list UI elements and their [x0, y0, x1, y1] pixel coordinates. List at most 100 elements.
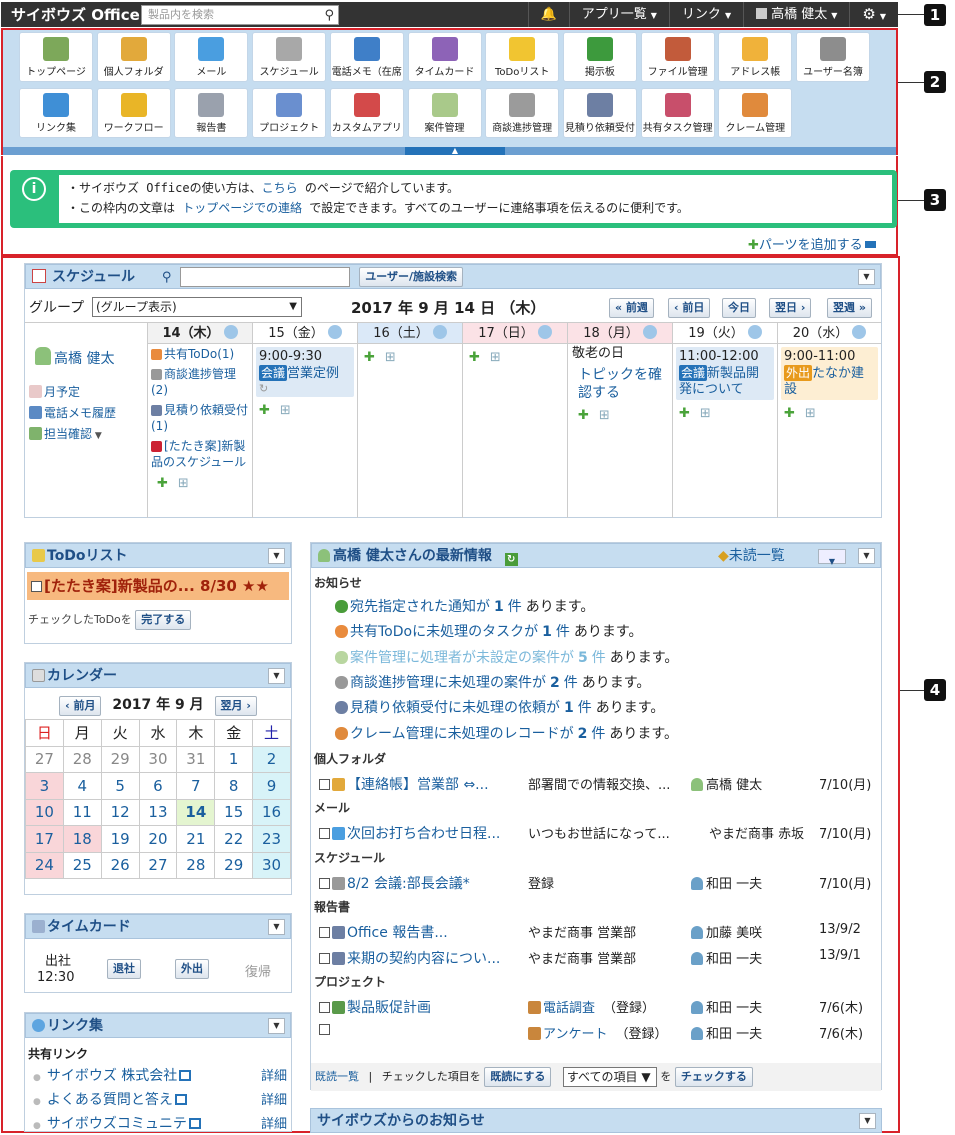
app-button[interactable]: リンク集: [19, 88, 93, 138]
add-schedule-icon[interactable]: [432, 325, 447, 339]
prev-week-button[interactable]: « 前週: [609, 298, 654, 318]
day-header[interactable]: 20（水）: [778, 323, 881, 344]
day-header[interactable]: 18（月）: [568, 323, 672, 344]
calendar-day[interactable]: 8: [214, 772, 254, 800]
calendar-day[interactable]: 16: [252, 798, 291, 826]
next-week-button[interactable]: 翌週 »: [827, 298, 872, 318]
notice-item[interactable]: クレーム管理に未処理のレコードが 2 件あります。: [335, 723, 678, 743]
prev-month-button[interactable]: ‹ 前月: [59, 696, 102, 716]
add-schedule-icon[interactable]: [537, 325, 552, 339]
link-label[interactable]: サイボウズ 株式会社: [47, 1068, 177, 1084]
app-button[interactable]: ユーザー名簿: [796, 32, 870, 82]
add-repeat-icon[interactable]: ⊞: [280, 403, 291, 418]
schedule-title[interactable]: スケジュール: [52, 269, 135, 285]
app-button[interactable]: タイムカード: [407, 32, 482, 82]
notification-bell-icon[interactable]: 🔔: [527, 2, 569, 27]
calendar-day[interactable]: 7: [176, 772, 216, 800]
calendar-day[interactable]: 29: [100, 745, 140, 773]
portlet-menu-button[interactable]: ▼: [858, 548, 875, 564]
portlet-menu-button[interactable]: ▼: [858, 269, 875, 285]
user-name-link[interactable]: 高橋 健太: [54, 351, 114, 367]
mark-read-button[interactable]: 既読にする: [484, 1067, 552, 1087]
plus-icon[interactable]: ✚: [259, 403, 270, 418]
portlet-menu-button[interactable]: ▼: [268, 668, 285, 684]
user-menu[interactable]: 高橋 健太 ▼: [743, 2, 849, 27]
monthly-link[interactable]: 月予定: [29, 382, 147, 403]
info-howto-link[interactable]: こちら: [262, 181, 298, 195]
app-button[interactable]: 報告書: [174, 88, 249, 138]
add-repeat-icon[interactable]: ⊞: [599, 408, 610, 423]
plus-icon[interactable]: ✚: [364, 350, 375, 365]
calendar-day[interactable]: 26: [100, 851, 140, 879]
day-header[interactable]: 15（金）: [253, 323, 357, 344]
go-out-button[interactable]: 外出: [175, 959, 209, 979]
leave-button[interactable]: 退社: [107, 959, 141, 979]
notice-item[interactable]: 見積り依頼受付に未処理の依頼が 1 件あります。: [335, 697, 664, 717]
calendar-day[interactable]: 22: [214, 825, 254, 853]
app-button[interactable]: アドレス帳: [718, 32, 793, 82]
add-repeat-icon[interactable]: ⊞: [805, 406, 816, 421]
cybozu-news-title[interactable]: サイボウズからのお知らせ: [317, 1113, 485, 1129]
app-button[interactable]: トップページ: [19, 32, 93, 82]
calendar-day[interactable]: 24: [25, 851, 64, 879]
app-button[interactable]: ファイル管理: [640, 32, 715, 82]
app-button[interactable]: 電話メモ（在席: [329, 32, 404, 82]
calendar-day[interactable]: 25: [62, 851, 102, 879]
phone-memo-history-link[interactable]: 電話メモ履歴: [29, 403, 147, 424]
plus-icon[interactable]: ✚: [784, 406, 795, 421]
prev-day-button[interactable]: ‹ 前日: [668, 298, 711, 318]
todo-item[interactable]: [たたき案]新製品の... 8/30 ★★: [27, 572, 289, 600]
calendar-title[interactable]: カレンダー: [47, 668, 117, 684]
day14-entry[interactable]: 見積り依頼受付(1): [151, 402, 249, 434]
news-checkbox[interactable]: [319, 1002, 330, 1014]
calendar-day[interactable]: 27: [25, 745, 64, 773]
calendar-day[interactable]: 9: [252, 772, 291, 800]
plus-icon[interactable]: ✚: [679, 406, 690, 421]
link-detail[interactable]: 詳細: [261, 1065, 287, 1084]
link-label[interactable]: サイボウズコミュニテ: [47, 1116, 187, 1131]
calendar-day[interactable]: 2: [252, 745, 291, 773]
add-repeat-icon[interactable]: ⊞: [385, 350, 396, 365]
add-repeat-icon[interactable]: ⊞: [178, 476, 189, 491]
todo-checkbox[interactable]: [31, 581, 42, 592]
news-checkbox[interactable]: [319, 828, 330, 840]
calendar-day[interactable]: 18: [62, 825, 102, 853]
item-filter-select[interactable]: すべての項目 ▼: [562, 1067, 657, 1087]
todo-title[interactable]: ToDoリスト: [47, 548, 128, 564]
news-item-title[interactable]: Office 報告書...: [347, 925, 448, 941]
news-checkbox[interactable]: [319, 778, 330, 790]
news-checkbox[interactable]: [319, 877, 330, 889]
group-select[interactable]: (グループ表示) ▼: [92, 297, 302, 317]
complete-button[interactable]: 完了する: [135, 610, 192, 630]
news-item-title[interactable]: 製品販促計画: [347, 1000, 431, 1016]
calendar-day[interactable]: 15: [214, 798, 254, 826]
new-window-icon[interactable]: [174, 1094, 187, 1105]
app-button[interactable]: スケジュール: [252, 32, 327, 82]
portlet-menu-button[interactable]: ▼: [268, 919, 285, 935]
app-button[interactable]: カスタムアプリ: [329, 88, 404, 138]
notice-item[interactable]: 商談進捗管理に未処理の案件が 2 件あります。: [335, 672, 650, 692]
day-header[interactable]: 16（土）: [358, 323, 462, 344]
calendar-day[interactable]: 20: [138, 825, 178, 853]
calendar-day[interactable]: 28: [62, 745, 102, 773]
calendar-day[interactable]: 28: [176, 851, 216, 879]
app-button[interactable]: プロジェクト: [252, 88, 327, 138]
assignment-check-link[interactable]: 担当確認 ▼: [29, 424, 147, 447]
new-window-icon[interactable]: [179, 1070, 192, 1081]
next-day-button[interactable]: 翌日 ›: [769, 298, 812, 318]
add-schedule-icon[interactable]: [223, 325, 238, 339]
calendar-day[interactable]: 23: [252, 825, 291, 853]
topic-entry[interactable]: トピックを確認する: [572, 366, 668, 402]
portlet-menu-button[interactable]: ▼: [268, 1018, 285, 1034]
news-item-desc[interactable]: 電話調査: [543, 1001, 595, 1016]
timecard-title[interactable]: タイムカード: [47, 919, 131, 935]
news-item-title[interactable]: 来期の契約内容につい...: [347, 951, 500, 967]
add-schedule-icon[interactable]: [852, 325, 867, 339]
today-button[interactable]: 今日: [722, 298, 756, 318]
info-top-notice-link[interactable]: トップページでの連絡: [182, 201, 302, 215]
news-item-title[interactable]: 8/2 会議:部長会議*: [347, 876, 470, 892]
calendar-day[interactable]: 10: [25, 798, 64, 826]
next-month-button[interactable]: 翌月 ›: [214, 696, 257, 716]
app-button[interactable]: ToDoリスト: [485, 32, 560, 82]
calendar-day[interactable]: 1: [214, 745, 254, 773]
